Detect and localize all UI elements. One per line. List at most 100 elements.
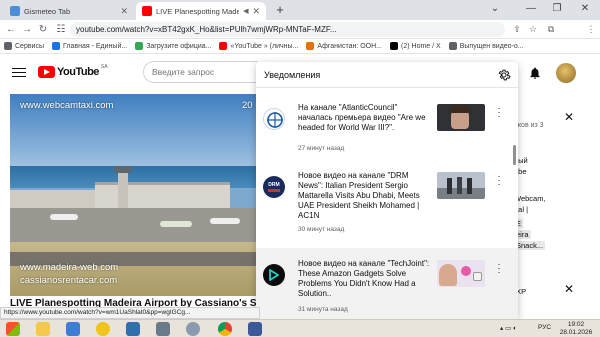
input-language[interactable]: РУС bbox=[538, 324, 551, 331]
notification-text: Новое видео на канале "DRM News": Italia… bbox=[298, 171, 420, 220]
notifications-panel: Уведомления На канале "AtlanticCouncil" … bbox=[256, 62, 518, 320]
close-icon[interactable]: ✕ bbox=[564, 282, 574, 296]
bookmark-item[interactable]: Сервисы bbox=[0, 42, 48, 50]
browser-tab-strip: Gismeteo Tab ✕ LIVE Planespotting Madeir… bbox=[0, 0, 600, 20]
close-tab-icon[interactable]: ✕ bbox=[252, 6, 260, 17]
clock-date: 28.01.2026 bbox=[559, 329, 593, 336]
watermark-madeira-web: www.madeira-web.com bbox=[20, 262, 119, 273]
watermark-webcamtaxi: www.webcamtaxi.com bbox=[20, 100, 114, 111]
close-playlist-icon[interactable]: ✕ bbox=[564, 110, 574, 124]
minimize-icon[interactable]: — bbox=[522, 2, 540, 16]
bell-icon[interactable] bbox=[528, 66, 542, 80]
notification-time: 30 минут назад bbox=[298, 226, 345, 233]
back-icon[interactable]: ← bbox=[4, 23, 18, 36]
video-player[interactable]: www.webcamtaxi.com 20 www.madeira-web.co… bbox=[10, 94, 256, 296]
airplane bbox=[160, 221, 192, 227]
url-text: youtube.com/watch?v=xBT42gxK_Ho&list=PUl… bbox=[76, 25, 337, 34]
bookmark-item[interactable]: Главная - Единый... bbox=[48, 42, 131, 50]
search-input[interactable] bbox=[143, 61, 258, 83]
notification-thumbnail bbox=[437, 172, 485, 199]
new-tab-button[interactable]: + bbox=[272, 2, 288, 18]
notification-more-icon[interactable]: · · · bbox=[496, 104, 502, 121]
youtube-wordmark: YouTube bbox=[57, 66, 99, 78]
playlist-panel: ✕ иков из 3 ный ube Webcam, gal | E eira… bbox=[510, 94, 600, 319]
bookmark-item[interactable]: Афганистан: ООН... bbox=[302, 42, 386, 50]
extensions-icon[interactable]: ⧉ bbox=[544, 23, 558, 36]
app-icon[interactable] bbox=[66, 322, 80, 336]
system-clock[interactable]: 19:02 28.01.2026 bbox=[556, 321, 596, 337]
youtube-logo[interactable]: YouTube SA bbox=[38, 64, 108, 78]
airplane bbox=[50, 214, 78, 220]
techjoint-avatar-icon bbox=[263, 264, 285, 286]
start-button-icon[interactable] bbox=[6, 322, 20, 336]
tab-title: LIVE Planespotting Madeira · bbox=[156, 6, 240, 16]
app-icon[interactable] bbox=[186, 322, 200, 336]
atlanticcouncil-avatar-icon bbox=[263, 108, 285, 130]
playlist-count: иков из 3 bbox=[514, 122, 544, 129]
notification-text: Новое видео на канале "TechJoint": These… bbox=[298, 259, 430, 298]
menu-kebab-icon[interactable]: ⋮ bbox=[584, 23, 598, 36]
clock-time: 19:02 bbox=[567, 321, 585, 328]
share-icon[interactable]: ⇪ bbox=[510, 23, 524, 36]
notification-time: 31 минута назад bbox=[298, 306, 348, 313]
tab-title: Gismeteo Tab bbox=[24, 6, 71, 16]
gismeteo-favicon-icon bbox=[10, 6, 20, 16]
app-icon[interactable] bbox=[96, 322, 110, 336]
bookmark-favicon-icon bbox=[306, 42, 315, 50]
tray-icons[interactable]: ▴ ▭ ◐ bbox=[500, 324, 517, 332]
watermark-cassianos: cassianosrentacar.com bbox=[20, 275, 118, 286]
playlist-item-text[interactable]: Snack... bbox=[514, 241, 546, 250]
account-avatar[interactable] bbox=[556, 63, 576, 83]
playlist-item-text[interactable]: Webcam, bbox=[514, 194, 546, 203]
bookmark-favicon-icon bbox=[52, 42, 61, 50]
youtube-favicon-icon bbox=[219, 42, 228, 50]
tune-icon[interactable]: ☷ bbox=[54, 23, 68, 36]
notification-item[interactable]: DRM Новое видео на канале "DRM News": It… bbox=[256, 160, 518, 250]
notification-thumbnail bbox=[437, 104, 485, 131]
hamburger-menu-icon[interactable] bbox=[12, 65, 26, 79]
notification-thumbnail bbox=[437, 260, 485, 287]
tab-youtube-active[interactable]: LIVE Planespotting Madeira · ◀ ✕ bbox=[136, 2, 266, 20]
x-logo-icon bbox=[390, 42, 399, 50]
notification-more-icon[interactable]: · · · bbox=[496, 260, 502, 277]
gear-icon[interactable] bbox=[497, 68, 511, 82]
forward-icon[interactable]: → bbox=[20, 23, 34, 36]
close-window-icon[interactable]: ✕ bbox=[576, 2, 594, 16]
audio-icon[interactable]: ◀ bbox=[243, 7, 248, 15]
notifications-scrollbar[interactable] bbox=[513, 145, 516, 165]
notification-text: На канале "AtlanticCouncil" началась пре… bbox=[298, 103, 426, 132]
reload-icon[interactable]: ↻ bbox=[36, 23, 50, 36]
watermark-right: 20 bbox=[242, 100, 253, 111]
notification-time: 27 минут назад bbox=[298, 145, 345, 152]
folder-icon[interactable] bbox=[36, 322, 50, 336]
tab-gismeteo[interactable]: Gismeteo Tab ✕ bbox=[4, 2, 134, 20]
status-bar-url: https://www.youtube.com/watch?v=wm1UaShl… bbox=[0, 307, 260, 319]
bookmark-item[interactable]: Загрузите официа... bbox=[131, 42, 215, 50]
tab-search-icon[interactable]: ⌄ bbox=[486, 2, 504, 16]
airplane bbox=[210, 218, 240, 224]
video-control-tower bbox=[114, 166, 132, 210]
taskbar: ▴ ▭ ◐ РУС 19:02 28.01.2026 bbox=[0, 319, 600, 337]
notifications-header: Уведомления bbox=[256, 62, 518, 88]
bookmarks-bar: Сервисы Главная - Единый... Загрузите оф… bbox=[0, 39, 600, 54]
drm-news-avatar-icon: DRM bbox=[263, 176, 285, 198]
bookmark-item[interactable]: «YouTube » (личны... bbox=[215, 42, 302, 50]
app-icon[interactable] bbox=[248, 322, 262, 336]
bookmark-item[interactable]: Выпущен видео-о... bbox=[445, 42, 528, 50]
maximize-icon[interactable]: ❐ bbox=[548, 2, 566, 16]
close-tab-icon[interactable]: ✕ bbox=[120, 6, 128, 17]
bookmark-star-icon[interactable]: ☆ bbox=[526, 23, 540, 36]
video-terminal bbox=[95, 182, 230, 210]
video-hangar bbox=[10, 190, 105, 210]
notifications-title: Уведомления bbox=[264, 70, 321, 80]
youtube-play-icon bbox=[38, 66, 55, 78]
url-field[interactable]: youtube.com/watch?v=xBT42gxK_Ho&list=PUl… bbox=[70, 22, 505, 37]
app-icon[interactable] bbox=[156, 322, 170, 336]
chrome-icon[interactable] bbox=[218, 322, 232, 336]
app-icon[interactable] bbox=[126, 322, 140, 336]
notification-item[interactable]: Новое видео на канале "TechJoint": These… bbox=[256, 248, 518, 320]
country-code: SA bbox=[100, 64, 108, 70]
bookmark-item[interactable]: (2) Home / X bbox=[386, 42, 445, 50]
notification-more-icon[interactable]: · · · bbox=[496, 172, 502, 189]
youtube-favicon-icon bbox=[142, 6, 152, 16]
